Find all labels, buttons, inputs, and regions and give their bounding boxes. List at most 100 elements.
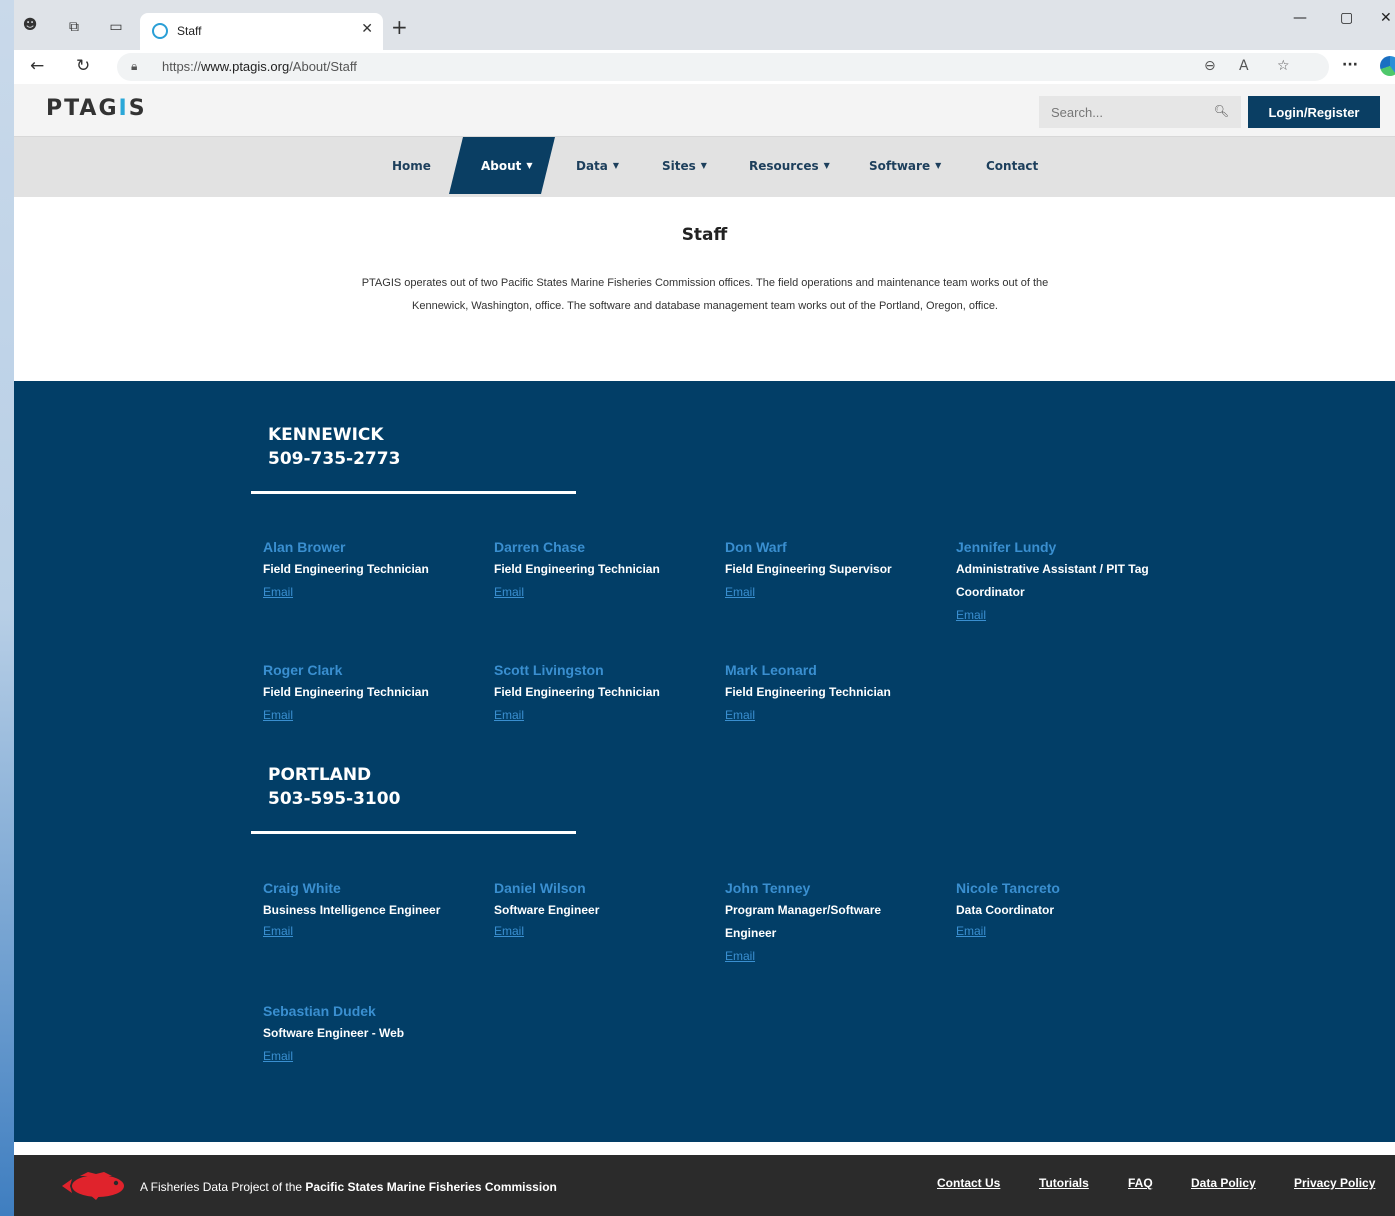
email-link[interactable]: Email	[263, 920, 293, 943]
footer-link-faq[interactable]: FAQ	[1128, 1176, 1153, 1190]
tab-strip: ☻ ⧉ ▭ Staff ✕ + — ▢ ✕	[14, 0, 1395, 50]
close-tab-icon[interactable]: ✕	[361, 21, 373, 37]
staff-card: Nicole Tancreto Data Coordinator Email	[956, 879, 1181, 943]
url-text[interactable]: https://www.ptagis.org/About/Staff	[162, 59, 357, 74]
staff-card: Sebastian Dudek Software Engineer - Web …	[263, 1002, 488, 1068]
rockfish-logo-icon[interactable]	[60, 1171, 130, 1201]
nav-contact[interactable]: Contact	[986, 137, 1038, 194]
nav-software[interactable]: Software ▼	[869, 137, 941, 194]
nav-about[interactable]: About ▼	[481, 137, 533, 194]
staff-role: Business Intelligence Engineer	[263, 903, 441, 917]
caret-down-icon: ▼	[823, 161, 830, 170]
email-link[interactable]: Email	[725, 704, 755, 727]
staff-role: Data Coordinator	[956, 903, 1055, 917]
email-link[interactable]: Email	[956, 920, 986, 943]
ptagis-favicon-icon	[152, 23, 168, 39]
email-link[interactable]: Email	[263, 581, 293, 604]
email-link[interactable]: Email	[494, 704, 524, 727]
staff-name: Nicole Tancreto	[956, 880, 1060, 896]
footer-link-tutorials[interactable]: Tutorials	[1039, 1176, 1089, 1190]
tab-actions-icon[interactable]: ▭	[106, 18, 126, 36]
staff-section: KENNEWICK 509-735-2773 Alan Brower Field…	[14, 381, 1395, 1142]
caret-down-icon: ▼	[612, 161, 620, 170]
office-phone: 509-735-2773	[268, 449, 401, 469]
search-box: 🔍︎	[1039, 96, 1241, 128]
zoom-icon[interactable]: ⊖	[1204, 58, 1216, 74]
staff-role: Software Engineer	[494, 903, 600, 917]
page-title: Staff	[681, 225, 728, 245]
caret-down-icon: ▼	[935, 161, 942, 170]
email-link[interactable]: Email	[725, 581, 755, 604]
search-icon[interactable]: 🔍︎	[1214, 104, 1229, 118]
staff-card: Craig White Business Intelligence Engine…	[263, 879, 488, 943]
staff-name: Scott Livingston	[494, 662, 604, 678]
staff-role: Field Engineering Technician	[263, 562, 429, 576]
staff-role: Administrative Assistant / PIT Tag Coord…	[956, 562, 1149, 599]
nav-resources[interactable]: Resources ▼	[749, 137, 830, 194]
refresh-icon[interactable]: ↻	[76, 56, 90, 76]
staff-role: Field Engineering Technician	[494, 562, 660, 576]
read-aloud-icon[interactable]: A	[1239, 58, 1249, 74]
staff-name: John Tenney	[725, 880, 811, 896]
staff-role: Field Engineering Technician	[263, 685, 429, 699]
back-icon[interactable]: ←	[30, 56, 44, 76]
minimize-icon[interactable]: —	[1293, 10, 1307, 26]
site-footer: A Fisheries Data Project of the Pacific …	[14, 1155, 1395, 1216]
collections-icon[interactable]: ⧉	[64, 18, 84, 36]
office-kennewick-heading: KENNEWICK 509-735-2773	[268, 423, 400, 471]
footer-text: A Fisheries Data Project of the Pacific …	[140, 1180, 557, 1194]
staff-card: Darren Chase Field Engineering Technicia…	[494, 538, 719, 604]
footer-link-privacy-policy[interactable]: Privacy Policy	[1294, 1176, 1375, 1190]
staff-card: Scott Livingston Field Engineering Techn…	[494, 661, 719, 727]
search-input[interactable]	[1039, 96, 1199, 128]
address-bar[interactable]: 🔒︎ https://www.ptagis.org/About/Staff ⊖ …	[117, 53, 1329, 81]
staff-card: Alan Brower Field Engineering Technician…	[263, 538, 488, 604]
more-options-icon[interactable]: ···	[1342, 57, 1358, 73]
nav-sites[interactable]: Sites ▼	[662, 137, 707, 194]
tab-title: Staff	[177, 24, 202, 38]
staff-card: John Tenney Program Manager/Software Eng…	[725, 879, 900, 968]
staff-card: Mark Leonard Field Engineering Technicia…	[725, 661, 950, 727]
email-link[interactable]: Email	[263, 1045, 293, 1068]
staff-role: Program Manager/Software Engineer	[725, 903, 882, 940]
office-name: PORTLAND	[268, 765, 372, 785]
staff-card: Roger Clark Field Engineering Technician…	[263, 661, 488, 727]
nav-data[interactable]: Data ▼	[576, 137, 619, 194]
tab-staff[interactable]: Staff ✕	[140, 13, 383, 50]
email-link[interactable]: Email	[956, 604, 986, 627]
staff-name: Daniel Wilson	[494, 880, 586, 896]
staff-name: Don Warf	[725, 539, 787, 555]
lock-icon[interactable]: 🔒︎	[131, 59, 137, 74]
email-link[interactable]: Email	[725, 945, 755, 968]
caret-down-icon: ▼	[700, 161, 707, 170]
ptagis-logo[interactable]: PTAGIS	[46, 96, 147, 121]
caret-down-icon: ▼	[526, 161, 533, 170]
staff-name: Jennifer Lundy	[956, 539, 1057, 555]
staff-name: Roger Clark	[263, 662, 343, 678]
maximize-icon[interactable]: ▢	[1340, 10, 1353, 26]
office-portland-heading: PORTLAND 503-595-3100	[268, 763, 400, 811]
footer-link-data-policy[interactable]: Data Policy	[1191, 1176, 1256, 1190]
main-nav: Home About ▼ Data ▼ Sites ▼ Resources ▼ Soft…	[14, 137, 1395, 197]
staff-card: Jennifer Lundy Administrative Assistant …	[956, 538, 1171, 627]
email-link[interactable]: Email	[494, 920, 524, 943]
staff-role: Field Engineering Supervisor	[725, 562, 892, 576]
desktop-wallpaper	[0, 0, 14, 1216]
new-tab-icon[interactable]: +	[391, 17, 408, 37]
divider	[251, 491, 576, 494]
nav-home[interactable]: Home	[392, 137, 431, 194]
office-phone: 503-595-3100	[268, 789, 401, 809]
close-window-icon[interactable]: ✕	[1380, 10, 1392, 26]
email-link[interactable]: Email	[263, 704, 293, 727]
browser-window: ☻ ⧉ ▭ Staff ✕ + — ▢ ✕ ← ↻ 🔒︎ https://www…	[14, 0, 1395, 1216]
staff-name: Craig White	[263, 880, 341, 896]
favorite-star-icon[interactable]: ☆	[1277, 58, 1290, 74]
staff-card: Don Warf Field Engineering Supervisor Em…	[725, 538, 950, 604]
profile-icon[interactable]: ☻	[20, 16, 40, 34]
staff-name: Sebastian Dudek	[263, 1003, 376, 1019]
email-link[interactable]: Email	[494, 581, 524, 604]
login-register-button[interactable]: Login/Register	[1248, 96, 1380, 128]
divider	[251, 831, 576, 834]
footer-link-contact-us[interactable]: Contact Us	[937, 1176, 1000, 1190]
copilot-icon[interactable]	[1380, 56, 1395, 76]
